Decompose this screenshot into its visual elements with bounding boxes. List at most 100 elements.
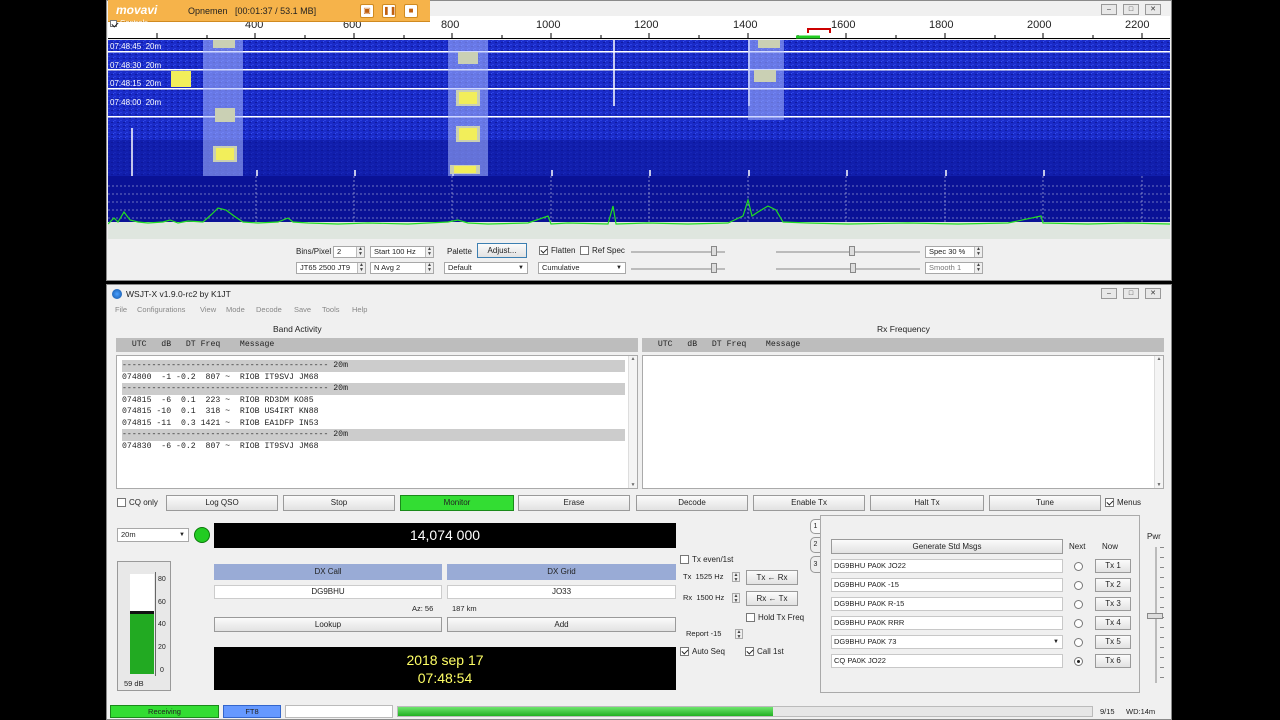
- tx2-next-radio[interactable]: [1074, 581, 1083, 590]
- maximize-button[interactable]: □: [1123, 288, 1139, 299]
- start-spinbox[interactable]: Start 100 Hz ▲ ▼: [370, 246, 434, 258]
- minimize-button[interactable]: –: [1101, 288, 1117, 299]
- menu-mode[interactable]: Mode: [226, 305, 245, 314]
- tx3-next-radio[interactable]: [1074, 600, 1083, 609]
- decode-line[interactable]: 074815 -6 0.1 223 ~ RIOB RD3DM KO85: [122, 395, 625, 407]
- scrollbar[interactable]: ▲ ▼: [1154, 356, 1163, 488]
- slider-handle[interactable]: [1147, 613, 1163, 619]
- waterfall-display[interactable]: 07:48:45 20m 07:48:30 20m 07:48:15 20m 0…: [108, 40, 1170, 176]
- tx1-button[interactable]: Tx 1: [1095, 559, 1131, 573]
- decode-line[interactable]: 074815 -11 0.3 1421 ~ RIOB EA1DFP IN53: [122, 418, 625, 430]
- flatten-checkbox[interactable]: Flatten: [539, 246, 575, 256]
- palette-select[interactable]: Default ▼: [444, 262, 528, 274]
- close-button[interactable]: ✕: [1145, 4, 1161, 15]
- add-button[interactable]: Add: [447, 617, 676, 632]
- decode-line[interactable]: 074830 -6 -0.2 807 ~ RIOB IT9SVJ JM68: [122, 441, 625, 453]
- tx2-button[interactable]: Tx 2: [1095, 578, 1131, 592]
- menu-help[interactable]: Help: [352, 305, 367, 314]
- dx-call-field[interactable]: DG9BHU: [214, 585, 442, 599]
- tx5-next-radio[interactable]: [1074, 638, 1083, 647]
- tx4-button[interactable]: Tx 4: [1095, 616, 1131, 630]
- auto-seq-checkbox[interactable]: Auto Seq: [680, 647, 725, 657]
- rx-freq-spinbox[interactable]: Rx 1500 Hz ▲ ▼: [680, 593, 740, 606]
- spectrum-type-select[interactable]: Cumulative ▼: [538, 262, 626, 274]
- lookup-button[interactable]: Lookup: [214, 617, 442, 632]
- tx1-message-field[interactable]: DG9BHU PA0K JO22: [831, 559, 1063, 573]
- spec-spinbox[interactable]: Spec 30 % ▲ ▼: [925, 246, 983, 258]
- tx6-next-radio[interactable]: [1074, 657, 1083, 666]
- menu-view[interactable]: View: [200, 305, 216, 314]
- halt-tx-button[interactable]: Halt Tx: [870, 495, 984, 511]
- decode-line[interactable]: 074800 -1 -0.2 807 ~ RIOB IT9SVJ JM68: [122, 372, 625, 384]
- menu-file[interactable]: File: [115, 305, 127, 314]
- generate-std-msgs-button[interactable]: Generate Std Msgs: [831, 539, 1063, 554]
- menus-checkbox[interactable]: Menus: [1105, 498, 1141, 508]
- tune-button[interactable]: Tune: [989, 495, 1101, 511]
- tx3-button[interactable]: Tx 3: [1095, 597, 1131, 611]
- menu-save[interactable]: Save: [294, 305, 311, 314]
- erase-button[interactable]: Erase: [518, 495, 630, 511]
- decode-button[interactable]: Decode: [636, 495, 748, 511]
- tx3-message-field[interactable]: DG9BHU PA0K R-15: [831, 597, 1063, 611]
- close-button[interactable]: ✕: [1145, 288, 1161, 299]
- slider-handle[interactable]: [850, 263, 856, 273]
- navg-spinbox[interactable]: N Avg 2 ▲ ▼: [370, 262, 434, 274]
- rx-frequency-title: Rx Frequency: [877, 324, 930, 334]
- tx1-next-radio[interactable]: [1074, 562, 1083, 571]
- decode-line[interactable]: 074815 -10 0.1 318 ~ RIOB US4IRT KN88: [122, 406, 625, 418]
- scale-slider[interactable]: [776, 268, 920, 270]
- slider-handle[interactable]: [849, 246, 855, 256]
- report-spinbox[interactable]: Report -15 ▲ ▼: [683, 629, 743, 642]
- level-tick: 40: [158, 621, 166, 628]
- tx5-button[interactable]: Tx 5: [1095, 635, 1131, 649]
- cq-only-checkbox[interactable]: CQ only: [117, 498, 158, 508]
- wide-graph-window: – □ ✕ 400 600 800 1000 1200 1400 1600 18…: [106, 0, 1172, 281]
- tx-even-checkbox[interactable]: Tx even/1st: [680, 555, 733, 565]
- band-activity-title: Band Activity: [273, 324, 322, 334]
- decode-separator: ----------------------------------------…: [122, 383, 625, 395]
- mode-spinbox[interactable]: JT65 2500 JT9 ▲ ▼: [296, 262, 366, 274]
- frequency-display: 14,074 000: [214, 523, 676, 548]
- rx-from-tx-button[interactable]: Rx ← Tx: [746, 591, 798, 606]
- tx4-next-radio[interactable]: [1074, 619, 1083, 628]
- band-select[interactable]: 20m ▼: [117, 528, 189, 542]
- log-qso-button[interactable]: Log QSO: [166, 495, 278, 511]
- minimize-button[interactable]: –: [1101, 4, 1117, 15]
- dx-call-label: DX Call: [214, 564, 442, 580]
- tx2-message-field[interactable]: DG9BHU PA0K -15: [831, 578, 1063, 592]
- slider-handle[interactable]: [711, 246, 717, 256]
- menu-decode[interactable]: Decode: [256, 305, 282, 314]
- menu-configurations[interactable]: Configurations: [137, 305, 185, 314]
- tx6-button[interactable]: Tx 6: [1095, 654, 1131, 668]
- recorder-camera-button[interactable]: ▣: [360, 4, 374, 18]
- band-activity-list[interactable]: ----------------------------------------…: [116, 355, 638, 489]
- zero-slider[interactable]: [776, 251, 920, 253]
- tx5-message-select[interactable]: DG9BHU PA0K 73 ▼: [831, 635, 1063, 649]
- call-1st-checkbox[interactable]: Call 1st: [745, 647, 784, 657]
- dx-grid-field[interactable]: JO33: [447, 585, 676, 599]
- refspec-checkbox[interactable]: Ref Spec: [580, 246, 625, 256]
- tx4-message-field[interactable]: DG9BHU PA0K RRR: [831, 616, 1063, 630]
- scrollbar[interactable]: ▲ ▼: [628, 356, 637, 488]
- checkbox-icon: [117, 498, 126, 508]
- recorder-pause-button[interactable]: ❚❚: [382, 4, 396, 18]
- menu-tools[interactable]: Tools: [322, 305, 340, 314]
- hold-tx-freq-checkbox[interactable]: Hold Tx Freq: [746, 613, 804, 623]
- controls-checkbox[interactable]: Controls: [110, 18, 148, 27]
- bins-pixel-spinbox[interactable]: 2 ▲ ▼: [333, 246, 365, 258]
- power-label: Pwr: [1147, 532, 1161, 541]
- tx-freq-spinbox[interactable]: Tx 1525 Hz ▲ ▼: [680, 572, 740, 585]
- tx6-message-field[interactable]: CQ PA0K JO22: [831, 654, 1063, 668]
- maximize-button[interactable]: □: [1123, 4, 1139, 15]
- freq-tick-label: 800: [441, 19, 460, 31]
- tx-from-rx-button[interactable]: Tx ← Rx: [746, 570, 798, 585]
- recorder-status: Opnemen [00:01:37 / 53.1 MB]: [188, 6, 317, 16]
- slider-handle[interactable]: [711, 263, 717, 273]
- rx-frequency-list[interactable]: ▲ ▼: [642, 355, 1164, 489]
- monitor-button[interactable]: Monitor: [400, 495, 514, 511]
- recorder-stop-button[interactable]: ■: [404, 4, 418, 18]
- smooth-spinbox[interactable]: Smooth 1 ▲ ▼: [925, 262, 983, 274]
- adjust-button[interactable]: Adjust...: [477, 243, 527, 258]
- enable-tx-button[interactable]: Enable Tx: [753, 495, 865, 511]
- stop-button[interactable]: Stop: [283, 495, 395, 511]
